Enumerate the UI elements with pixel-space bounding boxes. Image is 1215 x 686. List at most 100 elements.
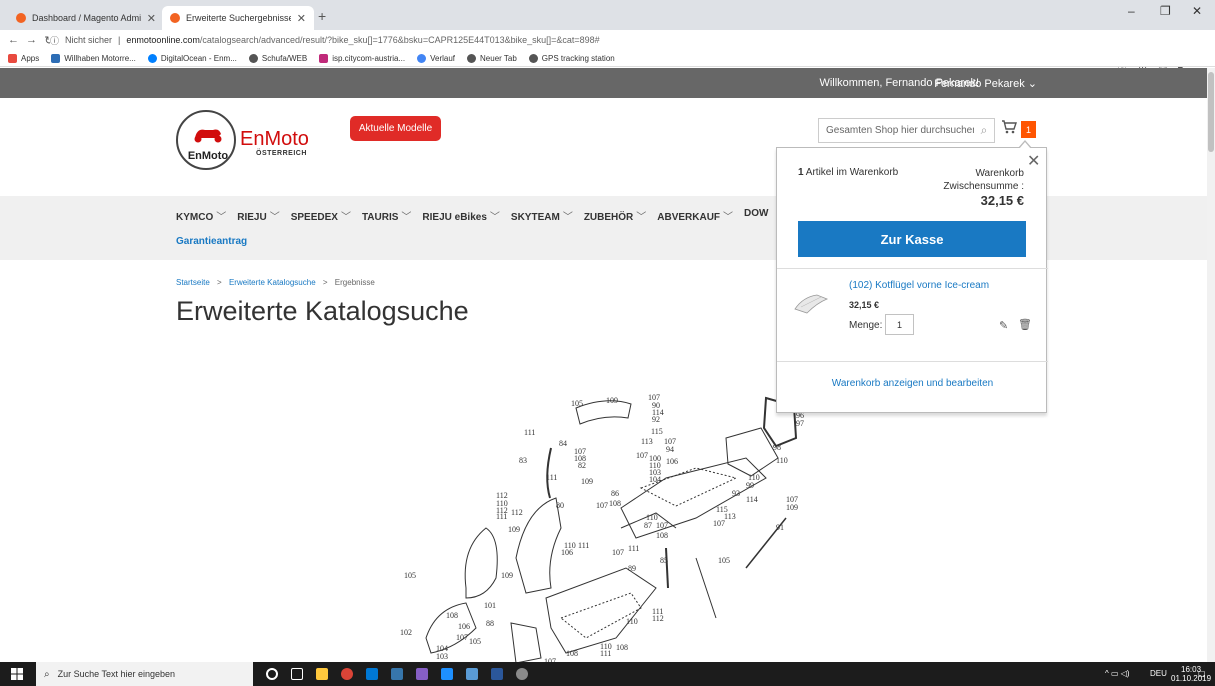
bookmark-schufa[interactable]: Schufa/WEB — [248, 53, 307, 63]
edit-icon[interactable]: ✎ — [999, 319, 1008, 332]
nav-item-kymco[interactable]: KYMCO ﹀ — [176, 208, 226, 223]
minimize-icon[interactable]: – — [1128, 4, 1135, 18]
diagram-label: 108 — [616, 643, 628, 652]
close-icon[interactable]: ✕ — [147, 12, 156, 25]
diagram-label: 107 — [612, 548, 624, 557]
diagram-label: 107 — [636, 451, 648, 460]
item-count-number: 1 — [798, 167, 804, 178]
python-icon[interactable] — [391, 668, 403, 680]
cortana-icon[interactable] — [266, 668, 278, 680]
chrome-icon[interactable] — [341, 668, 353, 680]
back-icon[interactable]: ← — [8, 34, 19, 46]
bookmark-gps[interactable]: GPS tracking station — [528, 53, 615, 63]
visual-studio-icon[interactable] — [416, 668, 428, 680]
diagram-label: 110 — [748, 473, 760, 482]
bookmark-neuer-tab[interactable]: Neuer Tab — [467, 53, 517, 63]
nav-item-tauris[interactable]: TAURIS ﹀ — [362, 208, 411, 223]
nav-item-rieju-ebikes[interactable]: RIEJU eBikes ﹀ — [422, 208, 499, 223]
window-close-icon[interactable]: ✕ — [1192, 4, 1202, 18]
browser-tab-search-results[interactable]: Erweiterte Suchergebnisse ✕ — [162, 6, 314, 30]
new-tab-button[interactable]: + — [318, 8, 326, 24]
item-count-text: Artikel im Warenkorb — [805, 167, 899, 178]
url-field[interactable]: ⓘ Nicht sicher | enmotoonline.com /catal… — [50, 31, 1070, 49]
tab-title: Dashboard / Magento Admin — [32, 13, 141, 23]
nav-item-abverkauf[interactable]: ABVERKAUF ﹀ — [657, 208, 733, 223]
task-view-icon[interactable] — [291, 668, 303, 680]
diagram-label: 112 — [652, 614, 664, 623]
info-icon[interactable]: ⓘ — [50, 34, 59, 47]
bookmark-label: Verlauf — [430, 53, 456, 63]
cart-item-name[interactable]: (102) Kotflügel vorne Ice-cream — [849, 280, 989, 291]
nav-item-speedex[interactable]: SPEEDEX ﹀ — [291, 208, 351, 223]
tray-icons[interactable]: ^ ▭ ◁) — [1105, 669, 1130, 678]
notification-icon[interactable]: ▢ — [1198, 669, 1206, 678]
browser-tab-bar: Dashboard / Magento Admin ✕ Erweiterte S… — [0, 0, 1215, 30]
search-icon[interactable]: ⌕ — [974, 123, 994, 138]
maximize-icon[interactable]: ❐ — [1160, 4, 1171, 18]
close-icon[interactable]: ✕ — [1027, 151, 1040, 171]
globe-icon — [528, 53, 538, 63]
windows-start-icon[interactable] — [11, 668, 23, 680]
outlook-icon[interactable] — [366, 668, 378, 680]
diagram-label: 114 — [746, 495, 758, 504]
nav-label: SPEEDEX — [290, 212, 338, 223]
trash-icon[interactable]: 🗑 — [1018, 318, 1032, 331]
chevron-down-icon: ﹀ — [216, 212, 227, 223]
breadcrumb-advanced-search[interactable]: Erweiterte Katalogsuche — [229, 278, 316, 287]
bookmark-apps[interactable]: Apps — [8, 53, 39, 63]
current-models-button[interactable]: Aktuelle Modelle — [350, 116, 441, 141]
scrollbar-thumb[interactable] — [1208, 72, 1214, 152]
bookmark-label: isp.citycom-austria... — [332, 53, 406, 63]
taskbar-search[interactable]: ⌕ Zur Suche Text hier eingeben — [36, 662, 253, 686]
diagram-label: 106 — [561, 548, 573, 557]
app-icon[interactable] — [516, 668, 528, 680]
cart-count-badge[interactable]: 1 — [1021, 121, 1036, 138]
nav-item-warranty[interactable]: Garantieantrag — [176, 236, 247, 247]
account-menu[interactable]: Fernando Pekarek ⌄ — [934, 77, 1037, 90]
language-indicator[interactable]: DEU — [1150, 669, 1167, 678]
diagram-label: 115 — [651, 427, 663, 436]
nav-label: SKYTEAM — [510, 212, 560, 223]
diagram-label: 108 — [609, 499, 621, 508]
part-shape — [575, 400, 632, 425]
part-shape — [464, 527, 498, 599]
site-logo[interactable]: EnMoto EnMoto ÖSTERREICH — [176, 110, 326, 172]
cart-icon[interactable] — [1001, 120, 1019, 138]
product-thumbnail[interactable] — [791, 283, 831, 323]
checkout-button[interactable]: Zur Kasse — [798, 221, 1026, 257]
nav-item-zubehoer[interactable]: ZUBEHÖR ﹀ — [584, 208, 646, 223]
file-explorer-icon[interactable] — [316, 668, 328, 680]
diagram-label: 107 — [656, 521, 668, 530]
bookmark-verlauf[interactable]: Verlauf — [417, 53, 456, 63]
forward-icon[interactable]: → — [26, 34, 37, 46]
close-icon[interactable]: ✕ — [297, 12, 306, 25]
page-scrollbar[interactable] — [1207, 68, 1215, 662]
bookmark-digitalocean[interactable]: DigitalOcean - Enm... — [147, 53, 237, 63]
security-label: Nicht sicher — [65, 35, 113, 45]
view-cart-link[interactable]: Warenkorb anzeigen und bearbeiten — [777, 378, 1048, 389]
nav-item-rieju[interactable]: RIEJU ﹀ — [237, 208, 279, 223]
search-input[interactable]: Gesamten Shop hier durchsuchen... ⌕ — [818, 118, 995, 143]
app-icon[interactable] — [441, 668, 453, 680]
breadcrumb-home[interactable]: Startseite — [176, 278, 210, 287]
diagram-label: 107 — [786, 495, 798, 504]
tab-title: Erweiterte Suchergebnisse — [186, 13, 291, 23]
chevron-down-icon: ﹀ — [489, 212, 500, 223]
bookmark-willhaben[interactable]: Willhaben Motorre... — [51, 53, 136, 63]
url-host: enmotoonline.com — [126, 35, 200, 45]
chevron-down-icon: ﹀ — [562, 212, 573, 223]
bookmark-isp[interactable]: isp.citycom-austria... — [319, 53, 406, 63]
app-icon[interactable] — [466, 668, 478, 680]
quantity-input[interactable]: 1 — [885, 314, 914, 335]
nav-item-downloads[interactable]: DOW — [744, 208, 768, 223]
logo-subtitle: ÖSTERREICH — [256, 150, 307, 157]
word-icon[interactable] — [491, 668, 503, 680]
diagram-label: 111 — [546, 473, 557, 482]
nav-item-skyteam[interactable]: SKYTEAM ﹀ — [511, 208, 573, 223]
diagram-label: 110 — [600, 642, 612, 651]
nav-label: TAURIS — [361, 212, 399, 223]
bookmark-label: GPS tracking station — [541, 53, 615, 63]
browser-tab-dashboard[interactable]: Dashboard / Magento Admin ✕ — [8, 6, 164, 30]
breadcrumb-separator: > — [217, 278, 222, 287]
diagram-label: 109 — [786, 503, 798, 512]
